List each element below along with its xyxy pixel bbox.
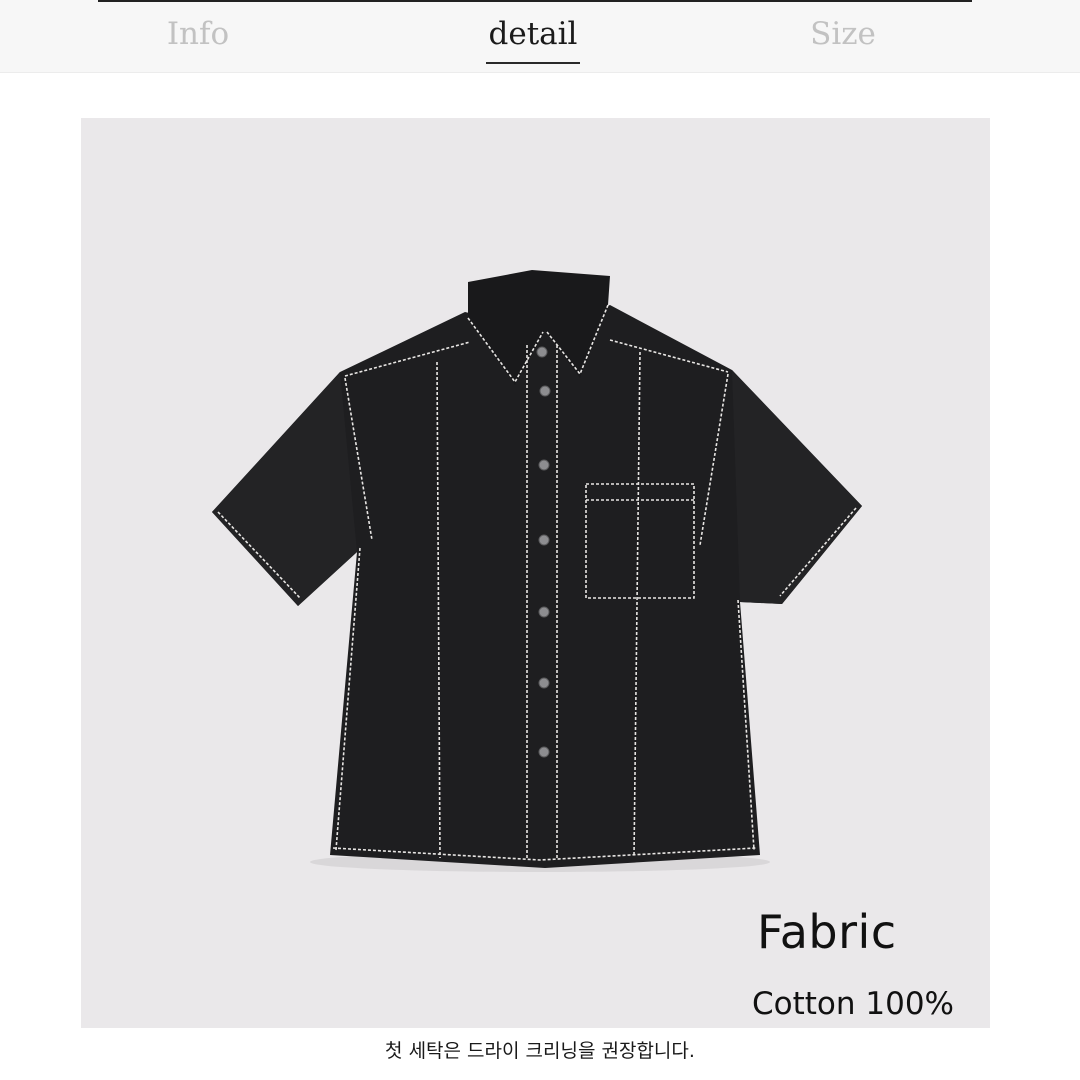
care-instruction: 첫 세탁은 드라이 크리닝을 권장합니다. <box>385 1040 695 1062</box>
tab-bar-top-divider <box>98 0 972 2</box>
tab-size[interactable]: Size <box>790 14 896 64</box>
tab-detail[interactable]: detail <box>486 14 580 64</box>
product-photo <box>81 118 990 1028</box>
product-detail-page: Info detail Size Fabric Cotton 100% 첫 세탁… <box>0 0 1080 1080</box>
tab-bar: Info detail Size <box>0 0 1080 73</box>
fabric-heading: Fabric <box>757 905 897 959</box>
active-tab-indicator <box>486 62 580 64</box>
tab-info[interactable]: Info <box>140 14 256 64</box>
shirt-image <box>212 270 862 872</box>
fabric-composition: Cotton 100% <box>752 986 955 1022</box>
